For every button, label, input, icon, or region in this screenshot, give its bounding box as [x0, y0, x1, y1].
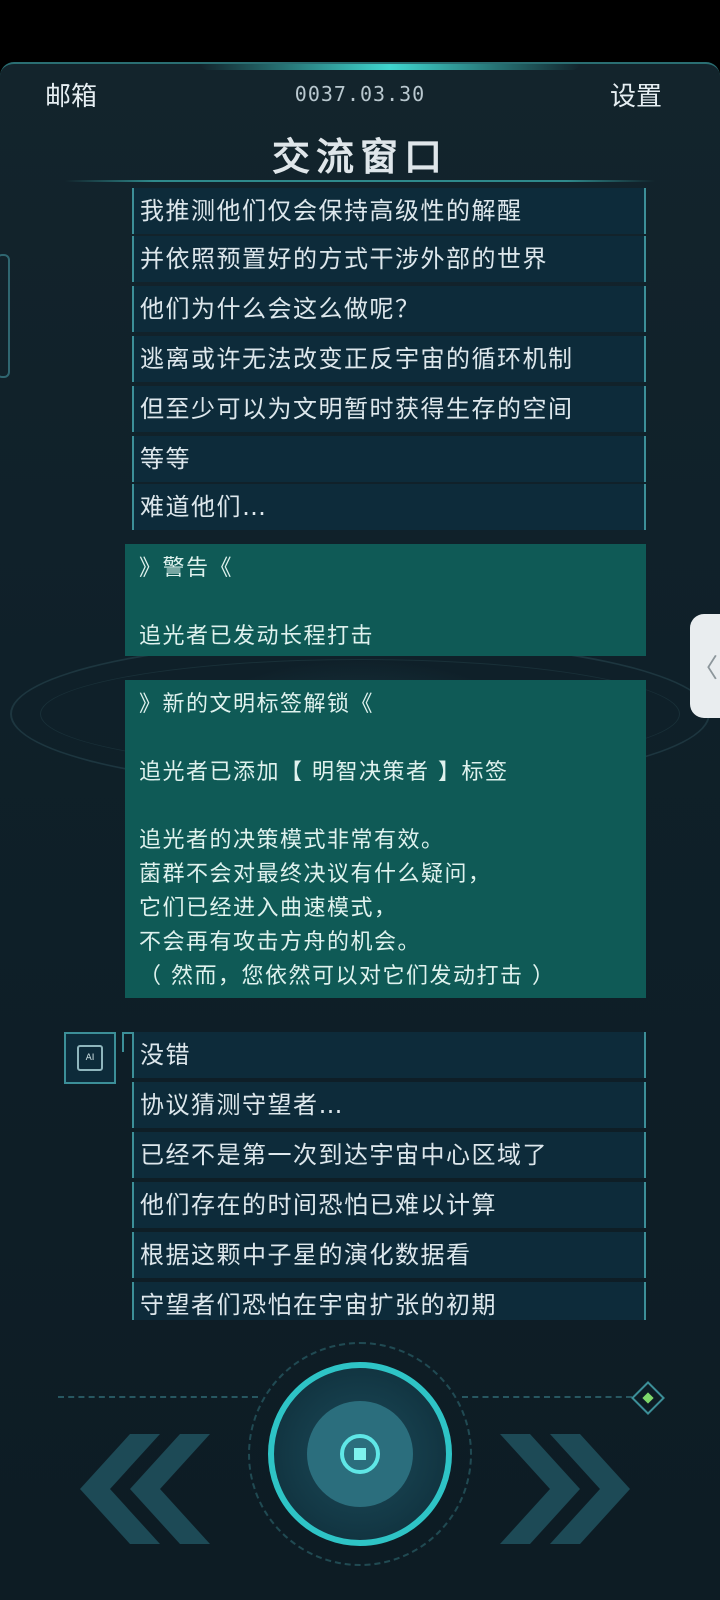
core-inner-circle — [307, 1401, 413, 1507]
message-pointer — [122, 1032, 132, 1052]
double-chevron-left-icon[interactable] — [70, 1418, 210, 1568]
chip-icon: AI — [77, 1045, 103, 1071]
chat-message: 难道他们… — [132, 484, 646, 530]
chat-message: 我推测他们仅会保持高级性的解醒 — [132, 188, 646, 234]
chat-message: 但至少可以为文明暂时获得生存的空间 — [132, 386, 646, 432]
unlock-body-line: 菌群不会对最终决议有什么疑问， — [139, 862, 492, 887]
unlock-body-line: 不会再有攻击方舟的机会。 — [139, 930, 422, 955]
chat-log[interactable]: 我推测他们仅会保持高级性的解醒 并依照预置好的方式干涉外部的世界 他们为什么会这… — [0, 148, 720, 1320]
chat-message: 根据这颗中子星的演化数据看 — [132, 1232, 646, 1278]
unlock-body-line: 它们已经进入曲速模式， — [139, 896, 398, 921]
chat-message: 守望者们恐怕在宇宙扩张的初期 — [132, 1282, 646, 1320]
bottom-controls — [0, 1342, 720, 1600]
core-square — [354, 1448, 366, 1460]
chat-message: 协议猜测守望者… — [132, 1082, 646, 1128]
unlock-heading: 》新的文明标签解锁《 — [139, 692, 375, 717]
settings-button[interactable]: 设置 — [610, 76, 662, 113]
unlock-added-text: 追光者已添加【 明智决策者 】标签 — [139, 760, 509, 785]
dashed-divider — [462, 1396, 632, 1398]
warning-heading: 》警告《 — [139, 556, 234, 581]
chat-message: 没错 — [132, 1032, 646, 1078]
core-button-icon — [340, 1434, 380, 1474]
diamond-indicator-icon — [631, 1381, 665, 1415]
next-chevrons — [500, 1434, 630, 1544]
chat-message: 已经不是第一次到达宇宙中心区域了 — [132, 1132, 646, 1178]
core-action-button[interactable] — [268, 1362, 452, 1546]
unlock-body-line: 追光者的决策模式非常有效。 — [139, 828, 445, 853]
chat-message: 他们为什么会这么做呢？ — [132, 286, 646, 332]
chat-message: 他们存在的时间恐怕已难以计算 — [132, 1182, 646, 1228]
warning-text: 追光者已发动长程打击 — [139, 624, 375, 649]
warning-box: 》警告《 追光者已发动长程打击 — [125, 544, 646, 656]
unlock-box: 》新的文明标签解锁《 追光者已添加【 明智决策者 】标签 追光者的决策模式非常有… — [125, 680, 646, 998]
unlock-body-line: （ 然而，您依然可以对它们发动打击 ） — [139, 964, 556, 989]
diamond-dot — [642, 1392, 654, 1404]
ai-avatar: AI — [64, 1032, 116, 1084]
double-chevron-right-icon[interactable] — [500, 1418, 640, 1568]
chat-message: 等等 — [132, 436, 646, 482]
chat-message: 逃离或许无法改变正反宇宙的循环机制 — [132, 336, 646, 382]
dashed-divider — [58, 1396, 258, 1398]
status-bar — [0, 0, 720, 62]
chat-message: 并依照预置好的方式干涉外部的世界 — [132, 236, 646, 282]
prev-chevrons — [80, 1434, 210, 1544]
